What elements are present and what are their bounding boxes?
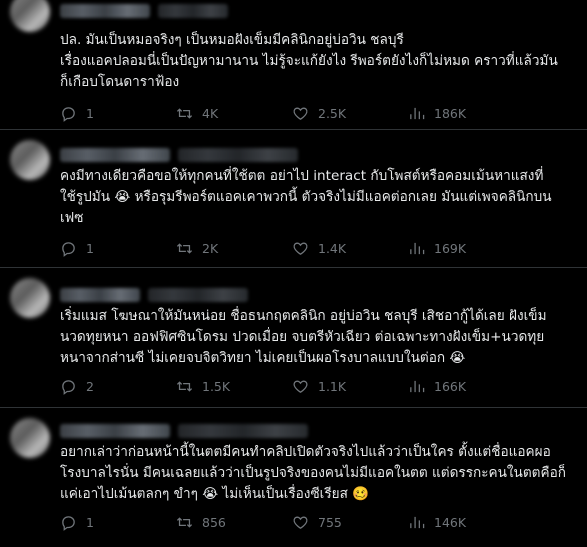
heart-icon bbox=[293, 380, 308, 393]
post-actions: 1 856 755 146K bbox=[60, 514, 570, 534]
views-button[interactable]: 146K bbox=[408, 514, 466, 531]
reply-button[interactable]: 1 bbox=[60, 514, 94, 531]
like-button[interactable]: 1.4K bbox=[292, 240, 346, 257]
reply-button[interactable]: 2 bbox=[60, 378, 94, 395]
repost-button[interactable]: 4K bbox=[176, 105, 218, 122]
views-button[interactable]: 186K bbox=[408, 105, 466, 122]
heart-icon bbox=[293, 107, 308, 120]
author-handle-blurred bbox=[148, 288, 248, 302]
repost-icon bbox=[176, 381, 193, 392]
post-2[interactable]: เริ่มแมส โฆษณาให้มันหน่อย ชื่อธนกฤตคลินิ… bbox=[0, 268, 587, 408]
views-count: 146K bbox=[434, 515, 467, 530]
like-button[interactable]: 1.1K bbox=[292, 378, 346, 395]
reply-icon bbox=[62, 242, 75, 257]
views-icon bbox=[410, 107, 425, 120]
repost-button[interactable]: 856 bbox=[176, 514, 226, 531]
reply-count: 1 bbox=[86, 106, 94, 121]
like-count: 1.1K bbox=[318, 379, 347, 394]
avatar[interactable] bbox=[10, 0, 50, 32]
like-count: 2.5K bbox=[318, 106, 347, 121]
repost-count: 4K bbox=[202, 106, 219, 121]
author-name-blurred[interactable] bbox=[60, 288, 140, 302]
reply-icon bbox=[62, 107, 75, 122]
like-button[interactable]: 2.5K bbox=[292, 105, 346, 122]
views-icon bbox=[410, 516, 425, 529]
repost-count: 1.5K bbox=[202, 379, 231, 394]
repost-button[interactable]: 2K bbox=[176, 240, 218, 257]
post-text: เริ่มแมส โฆษณาให้มันหน่อย ชื่อธนกฤตคลินิ… bbox=[60, 308, 547, 366]
like-count: 755 bbox=[318, 515, 342, 530]
repost-button[interactable]: 1.5K bbox=[176, 378, 230, 395]
author-handle-blurred bbox=[158, 4, 228, 18]
reply-icon bbox=[62, 516, 75, 531]
like-button[interactable]: 755 bbox=[292, 514, 342, 531]
post-actions: 1 2K 1.4K 169K bbox=[60, 240, 570, 260]
post-3[interactable]: อยากเล่าว่าก่อนหน้านี้ในตตมีคนทำคลิปเปิด… bbox=[0, 408, 587, 547]
repost-count: 856 bbox=[202, 515, 226, 530]
author-name-blurred[interactable] bbox=[60, 424, 170, 438]
reply-count: 2 bbox=[86, 379, 94, 394]
reply-button[interactable]: 1 bbox=[60, 240, 94, 257]
post-text: อยากเล่าว่าก่อนหน้านี้ในตตมีคนทำคลิปเปิด… bbox=[60, 444, 566, 502]
heart-icon bbox=[293, 242, 308, 255]
reply-icon bbox=[62, 380, 75, 395]
post-1[interactable]: คงมีทางเดียวคือขอให้ทุกคนที่ใช้ตต อย่าไป… bbox=[0, 130, 587, 268]
post-text: ปล. มันเป็นหมอจริงๆ เป็นหมอฝังเข็มมีคลิน… bbox=[60, 32, 558, 90]
post-actions: 1 4K 2.5K 186K bbox=[60, 105, 570, 125]
reply-button[interactable]: 1 bbox=[60, 105, 94, 122]
author-handle-blurred bbox=[178, 148, 298, 162]
views-icon bbox=[410, 380, 425, 393]
avatar[interactable] bbox=[10, 278, 50, 318]
reply-count: 1 bbox=[86, 241, 94, 256]
repost-count: 2K bbox=[202, 241, 219, 256]
views-button[interactable]: 166K bbox=[408, 378, 466, 395]
repost-icon bbox=[176, 517, 193, 528]
repost-icon bbox=[176, 108, 193, 119]
post-actions: 2 1.5K 1.1K 166K bbox=[60, 378, 570, 398]
avatar[interactable] bbox=[10, 418, 50, 458]
views-count: 169K bbox=[434, 241, 467, 256]
post-text: คงมีทางเดียวคือขอให้ทุกคนที่ใช้ตต อย่าไป… bbox=[60, 168, 552, 226]
author-name-blurred[interactable] bbox=[60, 148, 170, 162]
views-count: 166K bbox=[434, 379, 467, 394]
heart-icon bbox=[293, 516, 308, 529]
avatar[interactable] bbox=[10, 140, 50, 180]
post-0[interactable]: ปล. มันเป็นหมอจริงๆ เป็นหมอฝังเข็มมีคลิน… bbox=[0, 0, 587, 130]
repost-icon bbox=[176, 243, 193, 254]
views-icon bbox=[410, 242, 425, 255]
views-button[interactable]: 169K bbox=[408, 240, 466, 257]
author-handle-blurred bbox=[178, 424, 308, 438]
views-count: 186K bbox=[434, 106, 467, 121]
reply-count: 1 bbox=[86, 515, 94, 530]
like-count: 1.4K bbox=[318, 241, 347, 256]
author-name-blurred[interactable] bbox=[60, 4, 150, 18]
